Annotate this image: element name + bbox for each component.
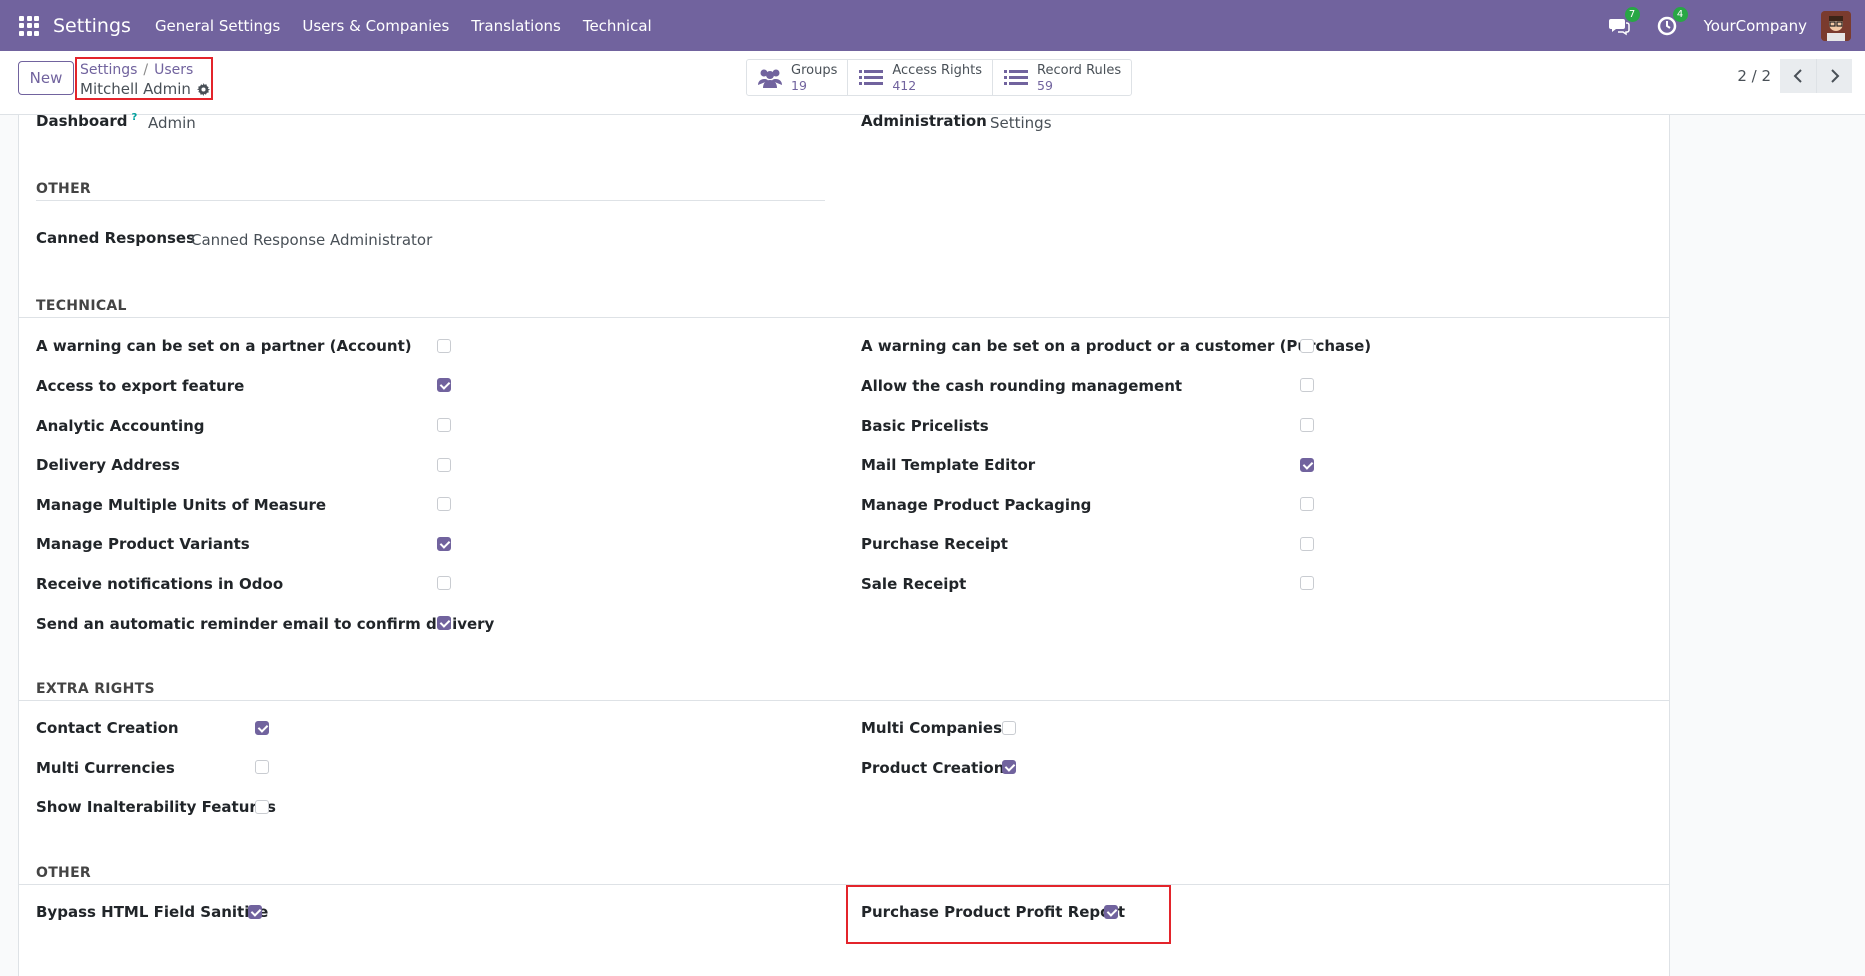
tech-right-label-3: Basic Pricelists <box>861 417 989 435</box>
extra-left-label-2: Multi Currencies <box>36 759 175 777</box>
administration-value[interactable]: Settings <box>990 114 1052 132</box>
menu-technical[interactable]: Technical <box>583 17 652 35</box>
groups-count: 19 <box>791 77 807 93</box>
extra-right-label-2: Product Creation <box>861 759 1005 777</box>
record-rules-label: Record Rules <box>1037 62 1122 78</box>
tech-left-label-3: Analytic Accounting <box>36 417 205 435</box>
purchase-profit-report-checkbox[interactable] <box>1104 905 1118 919</box>
breadcrumb-settings[interactable]: Settings <box>80 62 137 78</box>
extra-left-label-1: Contact Creation <box>36 719 179 737</box>
purchase-profit-report-label: Purchase Product Profit Report <box>861 903 1126 921</box>
canned-responses-label: Canned Responses <box>36 229 196 247</box>
chat-icon[interactable]: 7 <box>1608 6 1640 37</box>
section-other-2: OTHER <box>36 865 92 881</box>
tech-right-label-2: Allow the cash rounding management <box>861 377 1183 395</box>
activities-badge: 4 <box>1672 6 1688 22</box>
top-navbar: Settings General Settings Users & Compan… <box>0 0 1865 51</box>
record-name: Mitchell Admin <box>80 80 191 98</box>
pager-value[interactable]: 2 / 2 <box>1737 67 1771 85</box>
tech-left-checkbox-8[interactable] <box>437 616 451 630</box>
tech-right-label-7: Sale Receipt <box>861 575 967 593</box>
tech-right-label-5: Manage Product Packaging <box>861 496 1092 514</box>
tech-right-label-1: A warning can be set on a product or a c… <box>861 337 1372 355</box>
tech-right-label-6: Purchase Receipt <box>861 535 1008 553</box>
breadcrumb-users[interactable]: Users <box>154 62 193 78</box>
pager-next-button[interactable] <box>1816 59 1852 93</box>
tech-left-label-4: Delivery Address <box>36 456 180 474</box>
tech-left-checkbox-1[interactable] <box>437 339 451 353</box>
control-panel: New Settings / Users Mitchell Admin Groups… <box>0 51 1865 115</box>
dashboard-label: Dashboard? <box>36 112 138 130</box>
help-tooltip-icon[interactable]: ? <box>131 112 137 123</box>
menu-general-settings[interactable]: General Settings <box>155 17 280 35</box>
tech-left-checkbox-4[interactable] <box>437 458 451 472</box>
canned-responses-value[interactable]: Canned Response Administrator <box>191 231 432 249</box>
breadcrumb: Settings / Users Mitchell Admin <box>75 57 213 100</box>
new-button[interactable]: New <box>18 61 74 95</box>
section-divider <box>18 884 1670 885</box>
tech-right-checkbox-3[interactable] <box>1300 418 1314 432</box>
users-icon <box>758 69 782 88</box>
tech-left-label-5: Manage Multiple Units of Measure <box>36 496 327 514</box>
record-rules-count: 59 <box>1037 77 1053 93</box>
dashboard-value[interactable]: Admin <box>148 114 196 132</box>
bypass-html-label: Bypass HTML Field Sanitize <box>36 903 269 921</box>
list-icon <box>1004 69 1029 85</box>
extra-left-checkbox-1[interactable] <box>255 721 269 735</box>
extra-left-label-3: Show Inalterability Features <box>36 798 276 816</box>
tech-left-checkbox-5[interactable] <box>437 497 451 511</box>
list-icon <box>859 69 884 85</box>
tech-left-label-2: Access to export feature <box>36 377 245 395</box>
extra-left-checkbox-3[interactable] <box>255 800 269 814</box>
section-divider <box>18 317 1670 318</box>
tech-left-label-8: Send an automatic reminder email to conf… <box>36 615 495 633</box>
tech-right-checkbox-5[interactable] <box>1300 497 1314 511</box>
tech-right-label-4: Mail Template Editor <box>861 456 1036 474</box>
menu-users-companies[interactable]: Users & Companies <box>302 17 449 35</box>
access-rights-label: Access Rights <box>892 62 983 78</box>
breadcrumb-separator: / <box>143 62 149 78</box>
section-divider <box>36 200 825 201</box>
tech-right-checkbox-4[interactable] <box>1300 458 1314 472</box>
tech-left-checkbox-3[interactable] <box>437 418 451 432</box>
section-divider <box>18 700 1670 701</box>
tech-left-checkbox-6[interactable] <box>437 537 451 551</box>
access-rights-smart-button[interactable]: Access Rights 412 <box>848 60 994 95</box>
chevron-left-icon <box>1793 69 1802 83</box>
groups-label: Groups <box>791 62 838 78</box>
pager: 2 / 2 <box>1737 59 1852 93</box>
access-rights-count: 412 <box>892 77 917 93</box>
extra-right-checkbox-1[interactable] <box>1002 721 1016 735</box>
administration-label: Administration <box>861 112 987 130</box>
user-avatar[interactable] <box>1821 10 1851 41</box>
record-rules-smart-button[interactable]: Record Rules 59 <box>993 60 1131 95</box>
chevron-right-icon <box>1830 69 1839 83</box>
pager-previous-button[interactable] <box>1780 59 1816 93</box>
tech-left-checkbox-2[interactable] <box>437 378 451 392</box>
extra-right-label-1: Multi Companies <box>861 719 1003 737</box>
tech-right-checkbox-1[interactable] <box>1300 339 1314 353</box>
smart-buttons: Groups 19 Access Rights 412 Record Rules… <box>746 59 1133 96</box>
messages-badge: 7 <box>1624 6 1640 22</box>
tech-right-checkbox-2[interactable] <box>1300 378 1314 392</box>
section-other: OTHER <box>36 181 92 197</box>
clock-icon[interactable]: 4 <box>1656 6 1688 37</box>
section-technical: TECHNICAL <box>36 298 127 314</box>
tech-right-checkbox-7[interactable] <box>1300 576 1314 590</box>
extra-left-checkbox-2[interactable] <box>255 760 269 774</box>
section-extra-rights: EXTRA RIGHTS <box>36 681 155 697</box>
tech-right-checkbox-6[interactable] <box>1300 537 1314 551</box>
menu-translations[interactable]: Translations <box>471 17 561 35</box>
tech-left-label-7: Receive notifications in Odoo <box>36 575 284 593</box>
apps-grid-icon[interactable] <box>19 15 39 36</box>
extra-right-checkbox-2[interactable] <box>1002 760 1016 774</box>
bypass-html-checkbox[interactable] <box>248 905 262 919</box>
tech-left-label-1: A warning can be set on a partner (Accou… <box>36 337 412 355</box>
gear-icon[interactable] <box>196 82 210 96</box>
company-switcher[interactable]: YourCompany <box>1704 17 1807 35</box>
tech-left-checkbox-7[interactable] <box>437 576 451 590</box>
groups-smart-button[interactable]: Groups 19 <box>747 60 849 95</box>
app-title[interactable]: Settings <box>53 15 131 37</box>
tech-left-label-6: Manage Product Variants <box>36 535 250 553</box>
